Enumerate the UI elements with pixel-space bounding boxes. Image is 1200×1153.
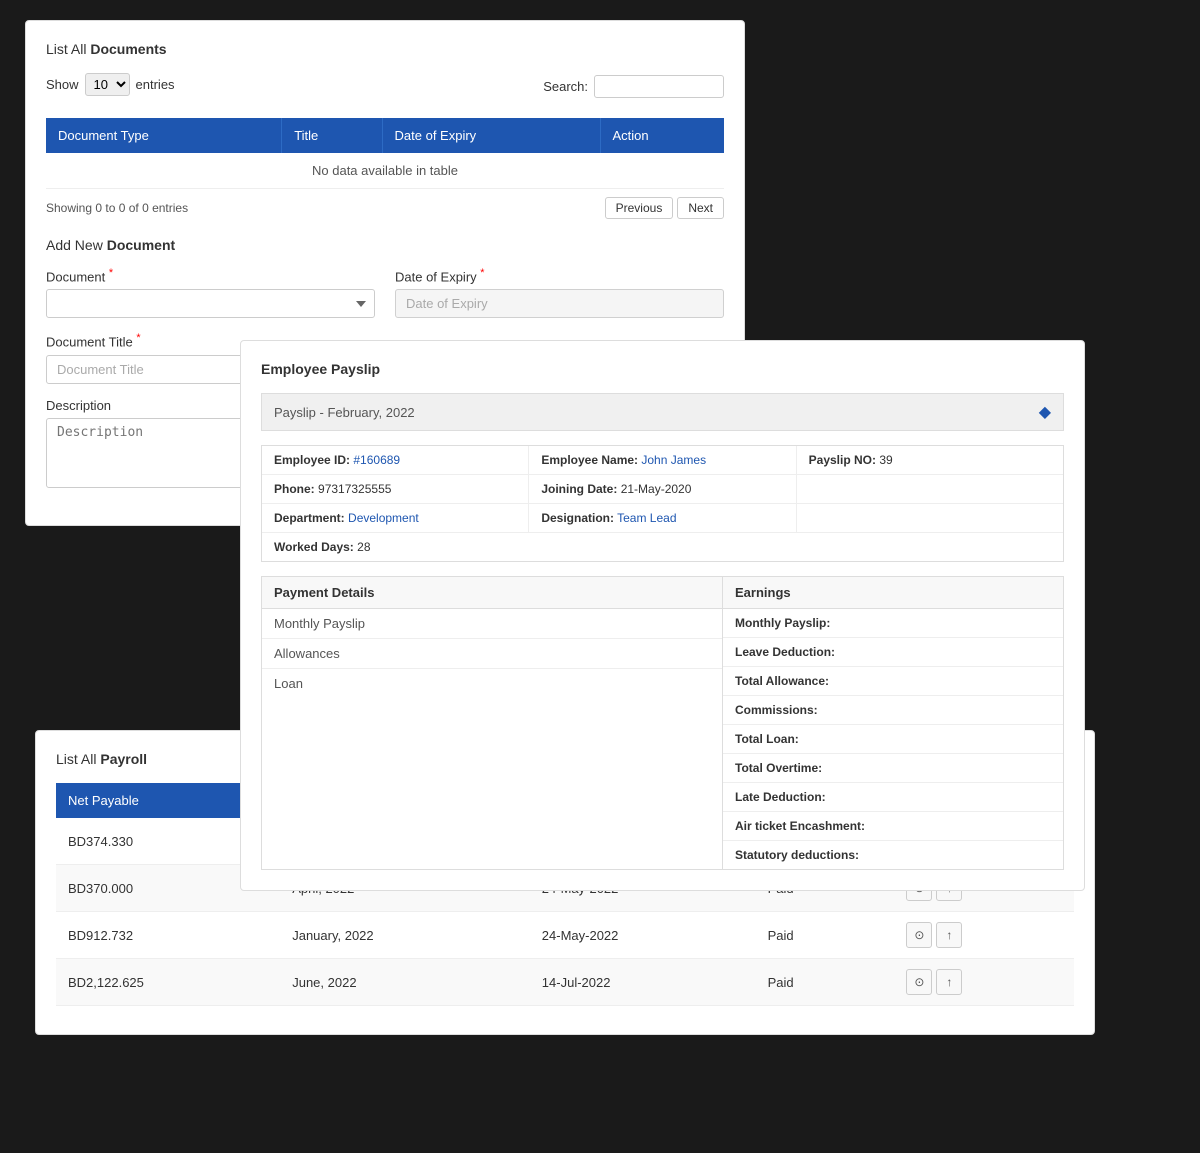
table-row: BD2,122.625 June, 2022 14-Jul-2022 Paid … <box>56 959 1074 1006</box>
table-header-row: Document Type Title Date of Expiry Actio… <box>46 118 724 153</box>
action-buttons: ⊙ ↑ <box>906 922 1062 948</box>
info-row-4: Worked Days: 28 <box>262 533 1063 561</box>
view-button[interactable]: ⊙ <box>906 969 932 995</box>
action-cell: ⊙ ↑ <box>894 959 1074 1006</box>
employee-id-cell: Employee ID: #160689 <box>262 446 529 474</box>
earning-late-deduction: Late Deduction: <box>723 783 1063 812</box>
col-title: Title <box>282 118 382 153</box>
next-button[interactable]: Next <box>677 197 724 219</box>
showing-text: Showing 0 to 0 of 0 entries <box>46 201 188 215</box>
earning-leave-deduction: Leave Deduction: <box>723 638 1063 667</box>
payment-details-left: Payment Details Monthly Payslip Allowanc… <box>262 577 723 869</box>
designation-cell: Designation: Team Lead <box>529 504 796 532</box>
col-date-of-expiry: Date of Expiry <box>382 118 600 153</box>
col-document-type: Document Type <box>46 118 282 153</box>
table-footer: Showing 0 to 0 of 0 entries Previous Nex… <box>46 197 724 219</box>
prev-button[interactable]: Previous <box>605 197 674 219</box>
pagination: Previous Next <box>605 197 724 219</box>
info-row-2: Phone: 97317325555 Joining Date: 21-May-… <box>262 475 1063 504</box>
document-select-group: Document * <box>46 267 375 318</box>
phone-cell: Phone: 97317325555 <box>262 475 529 503</box>
payment-details-title: Payment Details <box>262 577 722 609</box>
department-cell: Department: Development <box>262 504 529 532</box>
action-cell: ⊙ ↑ <box>894 912 1074 959</box>
earnings-section: Earnings Monthly Payslip: Leave Deductio… <box>723 577 1063 869</box>
empty-cell-1 <box>797 475 1063 503</box>
required-marker2: * <box>480 267 484 279</box>
documents-table: Document Type Title Date of Expiry Actio… <box>46 118 724 189</box>
search-input[interactable] <box>594 75 724 98</box>
worked-days-cell: Worked Days: 28 <box>262 533 1063 561</box>
entries-label: entries <box>136 77 175 92</box>
salary-month-cell: June, 2022 <box>280 959 530 1006</box>
documents-panel-title: List All Documents <box>46 41 724 57</box>
payment-item-allowances: Allowances <box>262 639 722 669</box>
payment-section: Payment Details Monthly Payslip Allowanc… <box>261 576 1064 870</box>
payslip-period: Payslip - February, 2022 <box>274 405 415 420</box>
payslip-period-bar: Payslip - February, 2022 ◆ <box>261 393 1064 431</box>
status-badge: Paid <box>756 912 895 959</box>
earning-commissions: Commissions: <box>723 696 1063 725</box>
col-action: Action <box>600 118 724 153</box>
employee-name-cell: Employee Name: John James <box>529 446 796 474</box>
required-marker: * <box>109 267 113 279</box>
net-payable-cell: BD2,122.625 <box>56 959 280 1006</box>
document-label: Document * <box>46 267 375 284</box>
earning-air-ticket: Air ticket Encashment: <box>723 812 1063 841</box>
upload-button[interactable]: ↑ <box>936 969 962 995</box>
action-buttons: ⊙ ↑ <box>906 969 1062 995</box>
payroll-date-cell: 24-May-2022 <box>530 912 756 959</box>
date-expiry-input[interactable]: Date of Expiry <box>395 289 724 318</box>
info-row-3: Department: Development Designation: Tea… <box>262 504 1063 533</box>
add-doc-row1: Document * Date of Expiry * Date of Expi… <box>46 267 724 318</box>
show-label: Show <box>46 77 79 92</box>
payslip-no-cell: Payslip NO: 39 <box>797 446 1063 474</box>
payment-item-loan: Loan <box>262 669 722 698</box>
payslip-panel: Employee Payslip Payslip - February, 202… <box>240 340 1085 891</box>
required-marker3: * <box>136 332 140 344</box>
date-expiry-label: Date of Expiry * <box>395 267 724 284</box>
no-data-row: No data available in table <box>46 153 724 189</box>
upload-button[interactable]: ↑ <box>936 922 962 948</box>
search-row: Search: <box>543 75 724 98</box>
joining-date-cell: Joining Date: 21-May-2020 <box>529 475 796 503</box>
info-row-1: Employee ID: #160689 Employee Name: John… <box>262 446 1063 475</box>
no-data-text: No data available in table <box>46 153 724 189</box>
empty-cell-2 <box>797 504 1063 532</box>
net-payable-cell: BD912.732 <box>56 912 280 959</box>
table-row: BD912.732 January, 2022 24-May-2022 Paid… <box>56 912 1074 959</box>
earning-monthly-payslip: Monthly Payslip: <box>723 609 1063 638</box>
search-label: Search: <box>543 79 588 94</box>
show-entries-row: Show 10 25 50 entries <box>46 73 175 96</box>
status-badge: Paid <box>756 959 895 1006</box>
earning-total-overtime: Total Overtime: <box>723 754 1063 783</box>
payment-item-monthly: Monthly Payslip <box>262 609 722 639</box>
earning-statutory: Statutory deductions: <box>723 841 1063 869</box>
earnings-title: Earnings <box>723 577 1063 609</box>
table-controls: Show 10 25 50 entries Search: <box>46 73 724 108</box>
date-expiry-group: Date of Expiry * Date of Expiry <box>395 267 724 318</box>
entries-select[interactable]: 10 25 50 <box>85 73 130 96</box>
document-select[interactable] <box>46 289 375 318</box>
employee-info-grid: Employee ID: #160689 Employee Name: John… <box>261 445 1064 562</box>
payslip-collapse-icon[interactable]: ◆ <box>1039 402 1051 422</box>
add-new-section-title: Add New Document <box>46 237 724 253</box>
payroll-date-cell: 14-Jul-2022 <box>530 959 756 1006</box>
view-button[interactable]: ⊙ <box>906 922 932 948</box>
payslip-title: Employee Payslip <box>261 361 1064 377</box>
earning-total-loan: Total Loan: <box>723 725 1063 754</box>
salary-month-cell: January, 2022 <box>280 912 530 959</box>
earning-total-allowance: Total Allowance: <box>723 667 1063 696</box>
